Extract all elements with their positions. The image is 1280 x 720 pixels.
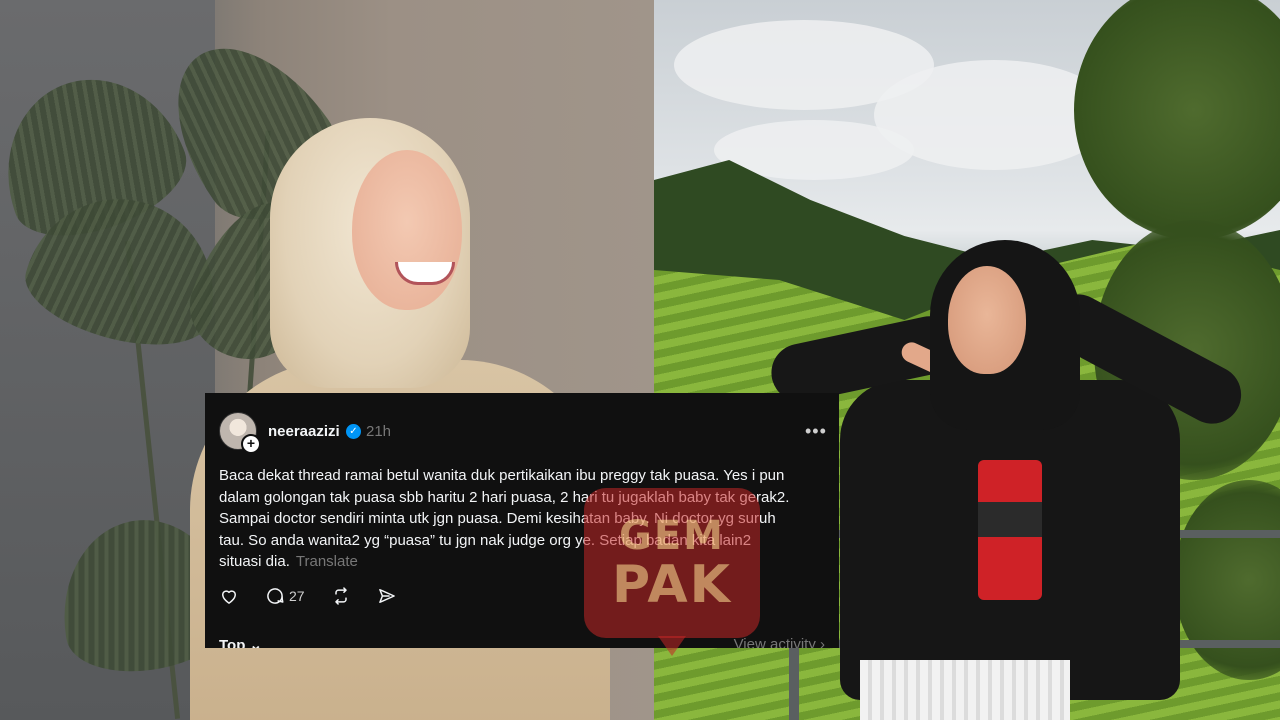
comment-icon	[267, 588, 284, 604]
post-text-line: Baca dekat thread ramai betul wanita duk…	[219, 467, 785, 484]
watermark-text-line2: PAK	[612, 555, 732, 615]
avatar[interactable]: +	[219, 412, 261, 454]
post-actions: 27	[219, 585, 423, 607]
reply-button[interactable]: 27	[265, 586, 305, 606]
watermark-text-line1: GEM	[619, 513, 725, 559]
watermark-logo: GEM PAK	[584, 488, 760, 656]
person-right-skirt	[860, 660, 1070, 720]
repost-button[interactable]	[331, 586, 351, 606]
send-icon	[378, 589, 395, 603]
shirt-print	[978, 460, 1042, 600]
person-right-face	[948, 266, 1026, 374]
heart-icon	[222, 590, 236, 604]
like-button[interactable]	[219, 586, 239, 606]
watermark-speech-tail	[658, 636, 686, 656]
view-activity-link[interactable]: View activity ›	[734, 636, 825, 648]
person-left-face	[352, 150, 462, 310]
share-button[interactable]	[377, 586, 397, 606]
translate-link[interactable]: Translate	[296, 553, 358, 570]
reply-count: 27	[289, 588, 305, 604]
username[interactable]: neeraazizi	[268, 423, 340, 440]
repost-icon	[334, 587, 347, 605]
post-timestamp: 21h	[366, 423, 392, 440]
post-text-line: situasi dia.	[219, 553, 290, 570]
more-options-icon[interactable]: •••	[805, 421, 827, 442]
check-badge-icon: ✓	[346, 424, 361, 439]
follow-plus-icon[interactable]: +	[241, 434, 261, 454]
sort-dropdown[interactable]: Top ⌄	[219, 636, 262, 648]
tree-foliage	[1074, 0, 1280, 240]
